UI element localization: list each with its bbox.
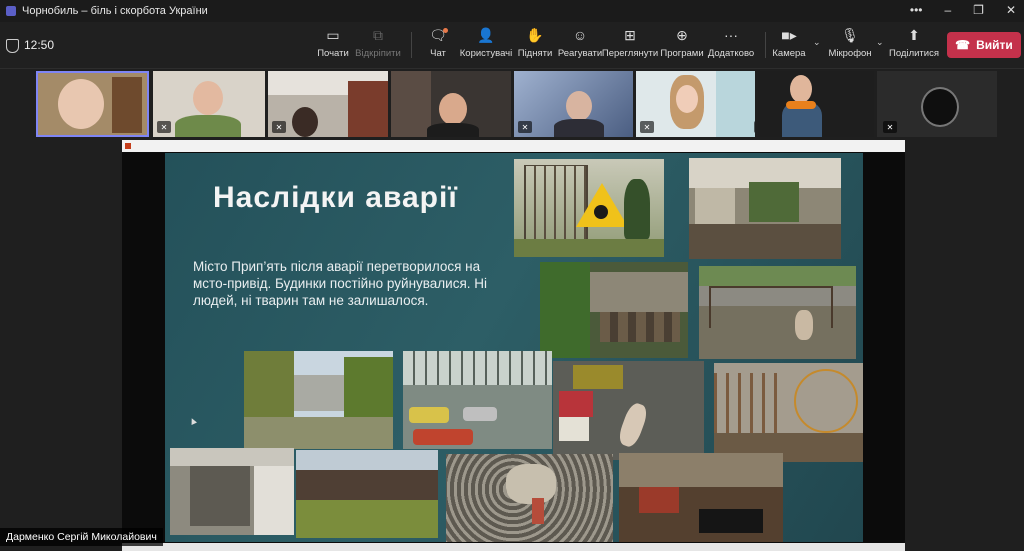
participant-body <box>554 119 604 137</box>
participant-body <box>175 115 241 137</box>
photo-ferris-wheel <box>714 363 863 462</box>
popout-icon: ⧉ <box>373 26 383 43</box>
mic-button[interactable]: 🎙 Мікрофон <box>820 26 880 60</box>
minimize-button[interactable]: – <box>944 3 951 17</box>
photo-pripyat-building <box>244 351 393 449</box>
muted-mic-icon: ✕ <box>272 121 286 133</box>
participant-face-inner <box>676 85 698 113</box>
apps-label: Програми <box>660 48 704 59</box>
rooms-label: Переглянути <box>601 48 659 59</box>
more-button[interactable]: ··· Додатково <box>701 26 761 59</box>
chat-notification-dot <box>443 28 448 33</box>
rooms-button[interactable]: ⊞ Переглянути <box>600 26 660 60</box>
participant-tile[interactable]: ✕ ✕ <box>636 71 755 137</box>
avatar <box>921 87 959 127</box>
phone-icon: ☎ <box>955 38 971 52</box>
share-button[interactable]: ⬆ Поділитися <box>884 26 944 60</box>
participant-tile[interactable]: ✕ <box>877 71 997 137</box>
chat-label: Чат <box>430 48 446 59</box>
mic-options-chevron-icon[interactable]: ⌄ <box>876 37 884 48</box>
photo-abandoned-room <box>689 158 841 259</box>
camera-button[interactable]: ■▸ Камера <box>759 26 819 60</box>
raise-label: Підняти <box>517 48 553 59</box>
powerpoint-window-bar <box>122 140 905 152</box>
participant-face <box>193 81 223 115</box>
slide: Наслідки аварії Місто Прип’ять після ава… <box>165 153 863 542</box>
shared-screen[interactable]: Наслідки аварії Місто Прип’ять після ава… <box>122 140 905 551</box>
participant-tile[interactable]: ✕ <box>268 71 388 137</box>
photo-doll-chairs <box>699 266 856 359</box>
view-label: Почати <box>317 48 349 59</box>
meeting-toolbar: 12:50 ▭ Почати ⧉ Відкріпити 🗨 Чат 👤 Кори… <box>0 22 1024 69</box>
participant-face <box>439 93 467 125</box>
photo-gas-mask-doll <box>446 454 613 542</box>
muted-mic-icon: ✕ <box>640 121 654 133</box>
powerpoint-icon <box>125 143 131 149</box>
photo-doll-floor <box>553 361 704 460</box>
photo-radiation-sign <box>514 159 664 257</box>
photo-piano-room <box>619 453 783 542</box>
present-icon: ▭ <box>326 26 340 43</box>
participant-face <box>292 107 318 137</box>
muted-mic-icon: ✕ <box>883 121 897 133</box>
leave-button[interactable]: ☎ Вийти <box>947 32 1021 58</box>
participant-face <box>790 75 812 103</box>
more-icon: ··· <box>724 27 738 43</box>
leave-label: Вийти <box>976 38 1013 52</box>
participant-tile[interactable] <box>36 71 149 137</box>
slide-body: Місто Прип’ять після аварії перетворилос… <box>193 259 488 308</box>
title-bar: Чорнобиль – біль і скорбота України ••• … <box>0 0 1024 22</box>
camera-icon: ■▸ <box>781 26 797 43</box>
mic-label: Мікрофон <box>828 48 872 59</box>
restore-button[interactable]: ❐ <box>973 3 984 17</box>
photo-ruined-building <box>296 450 438 538</box>
window-controls: ••• – ❐ ✕ <box>910 3 1016 17</box>
popout-button[interactable]: ⧉ Відкріпити <box>348 26 408 60</box>
participant-tile[interactable] <box>391 71 511 137</box>
smile-icon: ☺ <box>572 27 588 43</box>
more-label: Додатково <box>707 48 755 59</box>
window-title: Чорнобиль – біль і скорбота України <box>22 5 208 17</box>
photo-corridor <box>170 448 294 535</box>
people-icon: 👤 <box>477 26 495 43</box>
share-label: Поділитися <box>889 48 939 59</box>
hand-icon: ✋ <box>526 26 544 43</box>
slide-title: Наслідки аварії <box>213 181 458 214</box>
plus-icon: ⊕ <box>676 26 688 43</box>
presenter-name-tag: Дарменко Сергій Миколайович <box>0 528 163 546</box>
share-icon: ⬆ <box>908 26 920 43</box>
participant-face <box>566 91 592 121</box>
participant-body <box>427 123 479 137</box>
close-button[interactable]: ✕ <box>1006 3 1016 17</box>
muted-mic-icon: ✕ <box>157 121 171 133</box>
participant-tile[interactable] <box>758 71 874 137</box>
shield-icon <box>6 39 19 53</box>
participant-tile[interactable]: ✕ <box>514 71 633 137</box>
camera-label: Камера <box>772 48 806 59</box>
muted-mic-icon: ✕ <box>518 121 532 133</box>
photo-classroom <box>540 262 688 358</box>
mic-off-icon: 🎙 <box>841 26 859 43</box>
muted-mic-icon: ✕ <box>754 121 755 133</box>
react-label: Реагувати <box>557 48 603 59</box>
teams-app-icon <box>6 6 16 16</box>
powerpoint-status-bar <box>122 543 905 551</box>
participant-tile[interactable]: ✕ <box>153 71 265 137</box>
photo-bumper-cars <box>403 351 552 449</box>
popout-label: Відкріпити <box>355 48 401 59</box>
participant-face <box>58 79 104 129</box>
more-options-button[interactable]: ••• <box>910 3 923 17</box>
grid-icon: ⊞ <box>624 26 636 43</box>
meeting-timer: 12:50 <box>24 38 55 52</box>
